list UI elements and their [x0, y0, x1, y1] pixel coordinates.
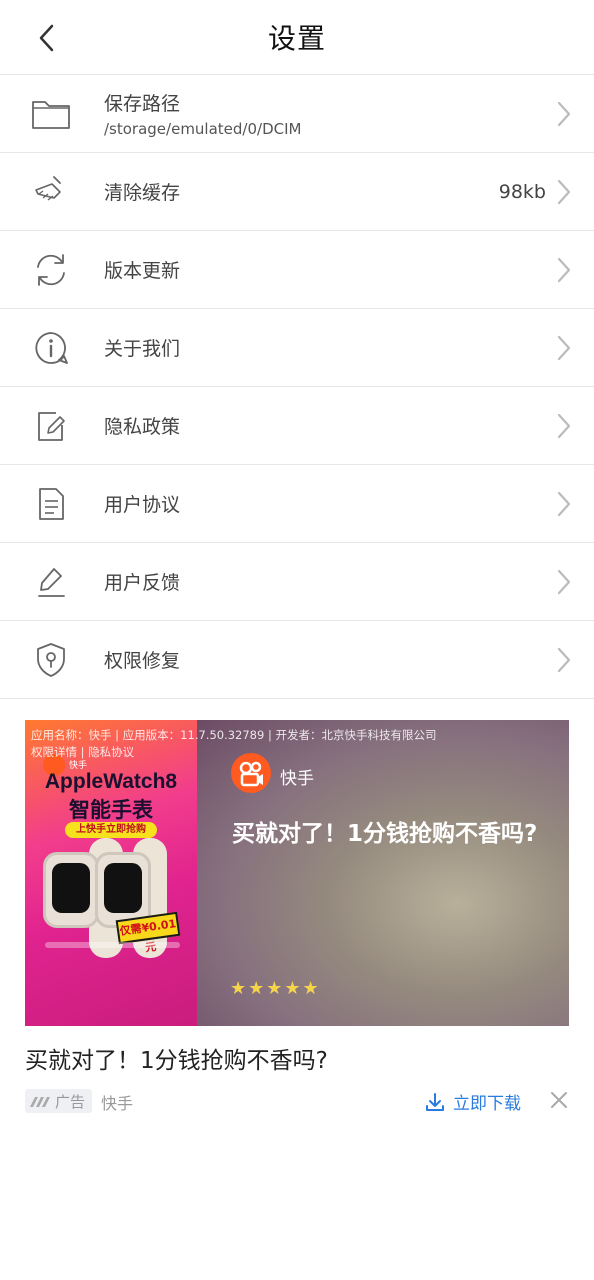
- edit-note-icon: [38, 411, 65, 441]
- privacy-policy-text: 隐私政策: [104, 412, 180, 439]
- download-button[interactable]: 立即下载: [425, 1089, 521, 1114]
- ad-card[interactable]: 快手 AppleWatch8 智能手表 上快手立即抢购 仅需¥0.01元 应用名…: [25, 720, 569, 1119]
- page-title: 设置: [267, 22, 326, 55]
- about-us-text: 关于我们: [104, 334, 180, 361]
- ad-app-info: 应用名称：快手 | 应用版本：11.7.50.32789 | 开发者：北京快手科…: [31, 728, 437, 742]
- settings-item-save-path[interactable]: 保存路径 /storage/emulated/0/DCIM: [0, 75, 594, 153]
- version-update-text: 版本更新: [104, 256, 180, 283]
- settings-item-permission-repair[interactable]: 权限修复: [0, 621, 594, 699]
- settings-list: 保存路径 /storage/emulated/0/DCIM 清除缓存 98kb: [0, 75, 594, 699]
- back-arrow-icon: [39, 24, 54, 52]
- chevron-right-icon: [557, 101, 571, 126]
- settings-item-privacy-policy[interactable]: 隐私政策: [0, 387, 594, 465]
- ad-mark-icon: [30, 1097, 50, 1107]
- settings-item-clear-cache[interactable]: 清除缓存 98kb: [0, 153, 594, 231]
- settings-item-label: 用户反馈: [104, 572, 181, 594]
- save-path-value: /storage/emulated/0/DCIM: [104, 120, 302, 138]
- user-feedback-text: 用户反馈: [104, 568, 180, 595]
- settings-item-version-update[interactable]: 版本更新: [0, 231, 594, 309]
- settings-item-label: 隐私政策: [104, 416, 181, 438]
- shield-icon: [37, 642, 65, 677]
- settings-item-user-agreement[interactable]: 用户协议: [0, 465, 594, 543]
- ad-fine-print: [45, 942, 180, 948]
- ad-app-name: 快手: [280, 769, 314, 789]
- chevron-right-icon: [557, 413, 571, 438]
- ad-product-title: AppleWatch8: [44, 770, 178, 793]
- chevron-right-icon: [557, 257, 571, 282]
- ad-close-button[interactable]: [549, 1090, 569, 1110]
- chevron-right-icon: [557, 569, 571, 594]
- settings-item-label: 用户协议: [104, 494, 181, 516]
- settings-item-label: 清除缓存: [104, 182, 181, 204]
- back-button[interactable]: [28, 18, 68, 58]
- folder-icon: [32, 100, 70, 129]
- chevron-right-icon: [557, 491, 571, 516]
- cache-size-value: 98kb: [498, 180, 546, 203]
- header-bar: 设置: [0, 0, 594, 75]
- close-icon: [551, 1092, 567, 1108]
- ad-promo-pill: 上快手立即抢购: [65, 822, 157, 838]
- settings-item-user-feedback[interactable]: 用户反馈: [0, 543, 594, 621]
- chevron-right-icon: [557, 179, 571, 204]
- refresh-icon: [37, 253, 65, 286]
- ad-badge-label: 广告: [55, 1092, 86, 1111]
- ad-footer: 广告 快手 立即下载: [25, 1089, 569, 1119]
- meta-separator: |: [77, 745, 89, 759]
- save-path-text: 保存路径 /storage/emulated/0/DCIM: [104, 89, 301, 138]
- broom-icon: [35, 175, 61, 201]
- pen-icon: [38, 567, 65, 597]
- clear-cache-text: 清除缓存: [104, 178, 180, 205]
- ad-badge: 广告: [25, 1089, 93, 1113]
- settings-item-label: 权限修复: [104, 650, 181, 672]
- ad-source: 快手: [101, 1094, 134, 1113]
- user-agreement-text: 用户协议: [104, 490, 180, 517]
- ad-headline: 买就对了！1分钱抢购不香吗?: [232, 821, 538, 847]
- rating-stars: ★★★★★: [230, 978, 321, 999]
- settings-item-label: 保存路径: [104, 93, 181, 115]
- ad-media[interactable]: 快手 AppleWatch8 智能手表 上快手立即抢购 仅需¥0.01元 应用名…: [25, 720, 569, 1026]
- permissions-link[interactable]: 权限详情: [31, 745, 77, 759]
- download-label: 立即下载: [453, 1094, 521, 1114]
- permission-repair-text: 权限修复: [104, 646, 180, 673]
- ad-caption[interactable]: 买就对了！1分钱抢购不香吗?: [25, 1041, 569, 1075]
- chevron-right-icon: [557, 335, 571, 360]
- ad-product-image: 快手 AppleWatch8 智能手表 上快手立即抢购 仅需¥0.01元: [25, 720, 197, 1026]
- ad-product-subtitle: 智能手表: [69, 798, 153, 822]
- download-icon: [426, 1092, 444, 1111]
- kuaishou-logo: [231, 753, 271, 793]
- chevron-right-icon: [557, 647, 571, 672]
- settings-item-label: 关于我们: [104, 338, 181, 360]
- info-icon: [35, 331, 68, 364]
- settings-item-about-us[interactable]: 关于我们: [0, 309, 594, 387]
- settings-item-label: 版本更新: [104, 260, 181, 282]
- privacy-link[interactable]: 隐私协议: [88, 745, 134, 759]
- document-icon: [39, 487, 64, 520]
- watch-image: [43, 852, 99, 928]
